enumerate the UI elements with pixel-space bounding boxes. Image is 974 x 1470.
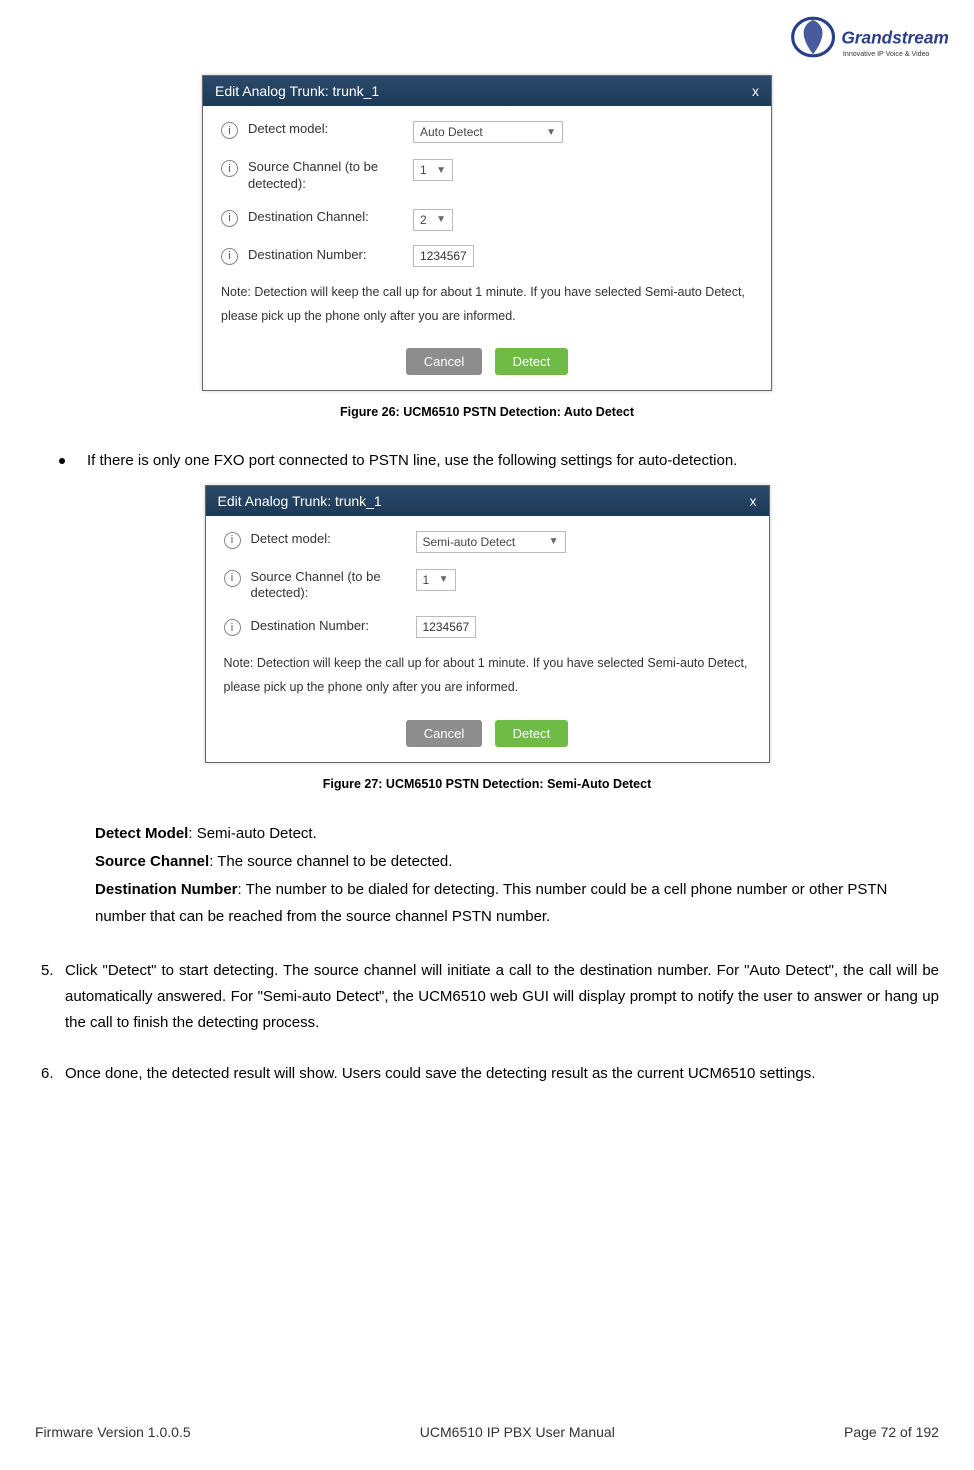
def-text: : Semi-auto Detect. bbox=[188, 825, 316, 842]
footer-center: UCM6510 IP PBX User Manual bbox=[420, 1424, 615, 1440]
label-source-channel: Source Channel (to be detected): bbox=[251, 569, 416, 603]
list-number: 5. bbox=[35, 958, 65, 1037]
chevron-down-icon: ▼ bbox=[549, 536, 559, 547]
dialog-body: i Detect model: Semi-auto Detect ▼ i Sou… bbox=[206, 516, 769, 712]
label-destination-number: Destination Number: bbox=[248, 247, 413, 264]
label-destination-number: Destination Number: bbox=[251, 618, 416, 635]
dialog-footer: Cancel Detect bbox=[206, 712, 769, 762]
svg-text:Innovative IP Voice & Video: Innovative IP Voice & Video bbox=[843, 51, 930, 58]
note-text: Note: Detection will keep the call up fo… bbox=[224, 652, 751, 700]
dialog-body: i Detect model: Auto Detect ▼ i Source C… bbox=[203, 106, 771, 340]
list-text: Click "Detect" to start detecting. The s… bbox=[65, 958, 939, 1037]
info-icon: i bbox=[221, 122, 238, 139]
cancel-button[interactable]: Cancel bbox=[406, 720, 482, 747]
label-detect-model: Detect model: bbox=[251, 531, 416, 548]
select-detect-model[interactable]: Semi-auto Detect ▼ bbox=[416, 531, 566, 553]
input-destination-number[interactable]: 1234567 bbox=[413, 245, 474, 267]
info-icon: i bbox=[221, 210, 238, 227]
detect-button[interactable]: Detect bbox=[495, 348, 569, 375]
list-text: Once done, the detected result will show… bbox=[65, 1061, 939, 1087]
figure-caption: Figure 27: UCM6510 PSTN Detection: Semi-… bbox=[35, 777, 939, 791]
def-term: Detect Model bbox=[95, 825, 188, 842]
close-icon[interactable]: x bbox=[750, 493, 757, 509]
select-destination-channel[interactable]: 2 ▼ bbox=[413, 209, 453, 231]
select-value: Semi-auto Detect bbox=[423, 535, 516, 549]
list-item: 5. Click "Detect" to start detecting. Th… bbox=[35, 958, 939, 1037]
dialog-edit-analog-trunk-auto: Edit Analog Trunk: trunk_1 x i Detect mo… bbox=[202, 75, 772, 391]
dialog-edit-analog-trunk-semi: Edit Analog Trunk: trunk_1 x i Detect mo… bbox=[205, 485, 770, 763]
label-detect-model: Detect model: bbox=[248, 121, 413, 138]
input-destination-number[interactable]: 1234567 bbox=[416, 616, 477, 638]
cancel-button[interactable]: Cancel bbox=[406, 348, 482, 375]
label-source-channel: Source Channel (to be detected): bbox=[248, 159, 413, 193]
page-footer: Firmware Version 1.0.0.5 UCM6510 IP PBX … bbox=[35, 1424, 939, 1440]
dialog-header: Edit Analog Trunk: trunk_1 x bbox=[206, 486, 769, 516]
select-value: Auto Detect bbox=[420, 125, 483, 139]
close-icon[interactable]: x bbox=[752, 83, 759, 99]
dialog-footer: Cancel Detect bbox=[203, 340, 771, 390]
brand-logo: Grandstream Innovative IP Voice & Video bbox=[784, 15, 949, 70]
chevron-down-icon: ▼ bbox=[546, 127, 556, 138]
definition-block: Detect Model: Semi-auto Detect. Source C… bbox=[95, 821, 939, 930]
label-destination-channel: Destination Channel: bbox=[248, 209, 413, 226]
def-text: : The source channel to be detected. bbox=[209, 853, 452, 870]
select-value: 1 bbox=[423, 573, 430, 587]
bullet-item: If there is only one FXO port connected … bbox=[35, 449, 939, 472]
list-item: 6. Once done, the detected result will s… bbox=[35, 1061, 939, 1087]
select-value: 2 bbox=[420, 213, 427, 227]
chevron-down-icon: ▼ bbox=[439, 574, 449, 585]
info-icon: i bbox=[221, 248, 238, 265]
dialog-title: Edit Analog Trunk: trunk_1 bbox=[215, 83, 379, 99]
bullet-text: If there is only one FXO port connected … bbox=[87, 449, 737, 472]
info-icon: i bbox=[221, 160, 238, 177]
list-number: 6. bbox=[35, 1061, 65, 1087]
detect-button[interactable]: Detect bbox=[495, 720, 569, 747]
info-icon: i bbox=[224, 619, 241, 636]
chevron-down-icon: ▼ bbox=[436, 165, 446, 176]
figure-caption: Figure 26: UCM6510 PSTN Detection: Auto … bbox=[35, 405, 939, 419]
def-term: Destination Number bbox=[95, 881, 238, 898]
bullet-icon bbox=[59, 458, 65, 464]
dialog-header: Edit Analog Trunk: trunk_1 x bbox=[203, 76, 771, 106]
footer-left: Firmware Version 1.0.0.5 bbox=[35, 1424, 191, 1440]
dialog-title: Edit Analog Trunk: trunk_1 bbox=[218, 493, 382, 509]
info-icon: i bbox=[224, 570, 241, 587]
select-source-channel[interactable]: 1 ▼ bbox=[416, 569, 456, 591]
svg-text:Grandstream: Grandstream bbox=[841, 27, 948, 47]
def-term: Source Channel bbox=[95, 853, 209, 870]
footer-right: Page 72 of 192 bbox=[844, 1424, 939, 1440]
note-text: Note: Detection will keep the call up fo… bbox=[221, 281, 753, 329]
chevron-down-icon: ▼ bbox=[436, 214, 446, 225]
select-source-channel[interactable]: 1 ▼ bbox=[413, 159, 453, 181]
select-value: 1 bbox=[420, 163, 427, 177]
select-detect-model[interactable]: Auto Detect ▼ bbox=[413, 121, 563, 143]
numbered-list: 5. Click "Detect" to start detecting. Th… bbox=[35, 958, 939, 1087]
info-icon: i bbox=[224, 532, 241, 549]
